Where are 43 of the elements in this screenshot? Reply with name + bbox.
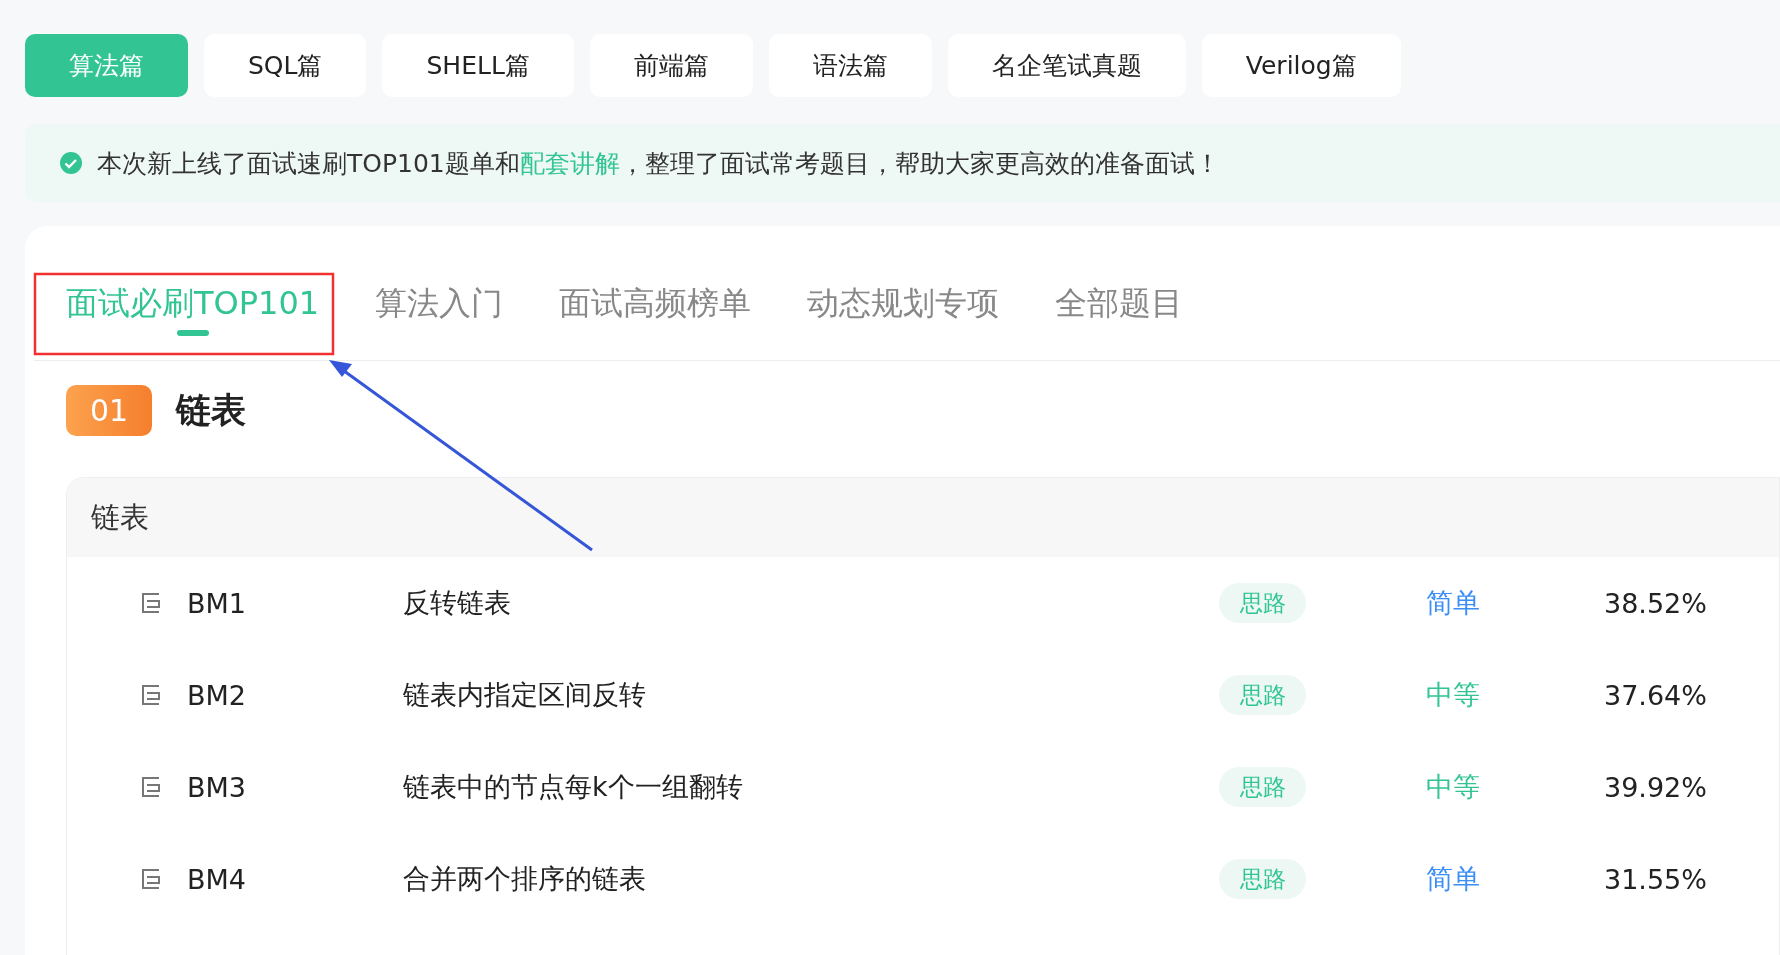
category-tab[interactable]: 前端篇 xyxy=(589,34,753,97)
category-tab[interactable]: 语法篇 xyxy=(768,34,932,97)
category-tab[interactable]: SQL篇 xyxy=(204,34,367,97)
problem-id: BM2 xyxy=(187,679,247,711)
category-tab[interactable]: Verilog篇 xyxy=(1201,34,1401,97)
pass-rate: 37.64% xyxy=(1604,679,1707,711)
category-tab[interactable]: 名企笔试真题 xyxy=(947,34,1186,97)
pass-rate: 39.92% xyxy=(1604,771,1707,803)
section-title: 链表 xyxy=(91,498,149,536)
document-icon xyxy=(139,867,163,891)
difficulty-label: 简单 xyxy=(1426,862,1481,896)
difficulty-label: 中等 xyxy=(1426,770,1481,804)
hint-tag[interactable]: 思路 xyxy=(1219,675,1306,715)
hint-tag[interactable]: 思路 xyxy=(1219,583,1306,623)
pass-rate: 38.52% xyxy=(1604,587,1707,619)
document-icon xyxy=(139,591,163,615)
category-tab[interactable]: SHELL篇 xyxy=(382,34,574,97)
problem-title[interactable]: 链表中的节点每k个一组翻转 xyxy=(403,769,803,805)
hint-tag[interactable]: 思路 xyxy=(1219,767,1306,807)
problem-id: BM4 xyxy=(187,863,247,895)
category-tab[interactable]: 算法篇 xyxy=(25,34,188,97)
list-tab[interactable]: 面试高频榜单 xyxy=(559,274,752,334)
list-tab[interactable]: 全部题目 xyxy=(1055,274,1184,334)
list-tab[interactable]: 面试必刷TOP101 xyxy=(66,274,320,334)
problem-title[interactable]: 合并两个排序的链表 xyxy=(403,861,803,897)
difficulty-label: 简单 xyxy=(1426,586,1481,620)
problem-title[interactable]: 反转链表 xyxy=(403,585,803,621)
problem-id: BM3 xyxy=(187,771,247,803)
active-underline xyxy=(176,330,209,336)
list-tab[interactable]: 动态规划专项 xyxy=(807,274,1000,334)
document-icon xyxy=(139,775,163,799)
problem-title[interactable]: 链表内指定区间反转 xyxy=(403,677,803,713)
explanation-link[interactable]: 配套讲解 xyxy=(519,148,620,178)
pass-rate: 31.55% xyxy=(1604,863,1707,895)
check-circle-icon xyxy=(59,151,83,175)
list-tab[interactable]: 算法入门 xyxy=(375,274,504,334)
problem-id: BM1 xyxy=(187,587,247,619)
hint-tag[interactable]: 思路 xyxy=(1219,859,1306,899)
difficulty-label: 中等 xyxy=(1426,678,1481,712)
document-icon xyxy=(139,683,163,707)
chapter-title: 链表 xyxy=(176,389,246,432)
chapter-number: 01 xyxy=(66,385,152,436)
notice-text: 本次新上线了面试速刷TOP101题单和配套讲解，整理了面试常考题目，帮助大家更高效的准备面试！ xyxy=(97,147,1220,180)
